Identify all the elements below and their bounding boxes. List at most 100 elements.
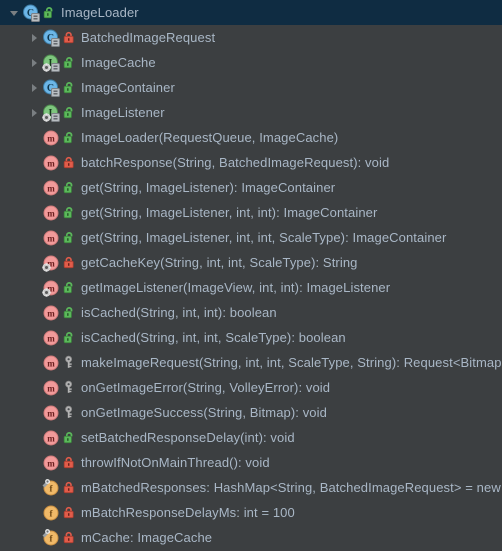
tree-row-label: throwIfNotOnMainThread(): void xyxy=(81,455,270,470)
method-icon: m xyxy=(42,454,60,472)
method-icon: m xyxy=(42,329,60,347)
method-icon: m xyxy=(42,429,60,447)
public-unlocked-icon xyxy=(61,205,76,221)
method-icon: m xyxy=(42,304,60,322)
tree-row[interactable]: I ImageListener xyxy=(0,100,502,125)
svg-text:m: m xyxy=(47,133,55,143)
svg-text:m: m xyxy=(47,383,55,393)
svg-text:m: m xyxy=(47,308,55,318)
tree-row-label: BatchedImageRequest xyxy=(81,30,216,45)
tree-row-label: getCacheKey(String, int, int, ScaleType)… xyxy=(81,255,358,270)
chevron-right-icon[interactable] xyxy=(26,100,42,125)
public-unlocked-icon xyxy=(61,305,76,321)
public-unlocked-icon xyxy=(41,5,56,21)
public-unlocked-icon xyxy=(61,230,76,246)
method-icon: m xyxy=(42,229,60,247)
tree-row-label: get(String, ImageListener): ImageContain… xyxy=(81,180,336,195)
class-icon: C xyxy=(22,4,40,22)
tree-row[interactable]: f mBatchResponseDelayMs: int = 100 xyxy=(0,500,502,525)
field-icon: f xyxy=(42,528,60,547)
svg-text:m: m xyxy=(47,158,55,168)
private-locked-icon xyxy=(61,505,76,521)
private-locked-icon xyxy=(61,530,76,546)
method-icon: m xyxy=(42,379,60,397)
tree-row[interactable]: C BatchedImageRequest xyxy=(0,25,502,50)
private-locked-icon xyxy=(61,155,76,171)
method-icon: m xyxy=(42,354,60,372)
tree-row-label: makeImageRequest(String, int, int, Scale… xyxy=(81,355,502,370)
public-unlocked-icon xyxy=(61,55,76,71)
svg-text:m: m xyxy=(47,433,55,443)
tree-row[interactable]: m get(String, ImageListener, int, int, Sc… xyxy=(0,225,502,250)
method-icon: m xyxy=(42,129,60,147)
tree-row-label: onGetImageSuccess(String, Bitmap): void xyxy=(81,405,327,420)
private-locked-icon xyxy=(61,455,76,471)
tree-row[interactable]: m makeImageRequest(String, int, int, Scal… xyxy=(0,350,502,375)
tree-row-label: getImageListener(ImageView, int, int): I… xyxy=(81,280,391,295)
svg-text:m: m xyxy=(47,358,55,368)
tree-row-label: isCached(String, int, int, ScaleType): b… xyxy=(81,330,346,345)
svg-text:m: m xyxy=(47,458,55,468)
protected-key-icon xyxy=(61,355,76,371)
method-icon: m xyxy=(42,404,60,422)
protected-key-icon xyxy=(61,405,76,421)
svg-text:m: m xyxy=(47,183,55,193)
tree-row-label: mBatchResponseDelayMs: int = 100 xyxy=(81,505,295,520)
tree-row[interactable]: f mCache: ImageCache xyxy=(0,525,502,550)
tree-row[interactable]: f mBatchedResponses: HashMap<String, Batc… xyxy=(0,475,502,500)
public-unlocked-icon xyxy=(61,330,76,346)
tree-row[interactable]: m isCached(String, int, int, ScaleType): … xyxy=(0,325,502,350)
tree-row[interactable]: m get(String, ImageListener): ImageContai… xyxy=(0,175,502,200)
method-icon: m xyxy=(42,179,60,197)
tree-row-label: ImageLoader(RequestQueue, ImageCache) xyxy=(81,130,339,145)
tree-row[interactable]: C ImageLoader xyxy=(0,0,502,25)
protected-key-icon xyxy=(61,380,76,396)
class-icon: C xyxy=(42,29,60,47)
method-icon: m xyxy=(42,204,60,222)
chevron-down-icon[interactable] xyxy=(6,0,22,25)
class-icon: C xyxy=(42,79,60,97)
private-locked-icon xyxy=(61,255,76,271)
public-unlocked-icon xyxy=(61,130,76,146)
tree-row[interactable]: m batchResponse(String, BatchedImageReque… xyxy=(0,150,502,175)
tree-row[interactable]: m ImageLoader(RequestQueue, ImageCache) xyxy=(0,125,502,150)
method-icon: m xyxy=(42,154,60,172)
tree-row-label: setBatchedResponseDelay(int): void xyxy=(81,430,295,445)
tree-row[interactable]: m get(String, ImageListener, int, int): I… xyxy=(0,200,502,225)
tree-row[interactable]: m setBatchedResponseDelay(int): void xyxy=(0,425,502,450)
public-unlocked-icon xyxy=(61,180,76,196)
interface-icon: I xyxy=(42,54,60,72)
field-icon: f xyxy=(42,478,60,497)
tree-row[interactable]: m onGetImageSuccess(String, Bitmap): void xyxy=(0,400,502,425)
tree-row-label: ImageLoader xyxy=(61,5,139,20)
tree-row[interactable]: I ImageCache xyxy=(0,50,502,75)
tree-row[interactable]: C ImageContainer xyxy=(0,75,502,100)
tree-row-label: ImageListener xyxy=(81,105,165,120)
tree-row-label: get(String, ImageListener, int, int, Sca… xyxy=(81,230,447,245)
tree-row-label: ImageCache xyxy=(81,55,156,70)
chevron-right-icon[interactable] xyxy=(26,50,42,75)
method-icon: m xyxy=(42,254,60,272)
tree-row-label: get(String, ImageListener, int, int): Im… xyxy=(81,205,378,220)
public-unlocked-icon xyxy=(61,80,76,96)
tree-row[interactable]: m throwIfNotOnMainThread(): void xyxy=(0,450,502,475)
tree-row[interactable]: m onGetImageError(String, VolleyError): v… xyxy=(0,375,502,400)
svg-text:m: m xyxy=(47,233,55,243)
svg-text:m: m xyxy=(47,208,55,218)
tree-row-label: mBatchedResponses: HashMap<String, Batch… xyxy=(81,480,502,495)
field-icon: f xyxy=(42,504,60,522)
public-unlocked-icon xyxy=(61,430,76,446)
tree-row-label: mCache: ImageCache xyxy=(81,530,213,545)
svg-text:m: m xyxy=(47,333,55,343)
tree-row[interactable]: m getCacheKey(String, int, int, ScaleType… xyxy=(0,250,502,275)
tree-row-label: onGetImageError(String, VolleyError): vo… xyxy=(81,380,331,395)
tree-row[interactable]: m getImageListener(ImageView, int, int): … xyxy=(0,275,502,300)
tree-row-label: batchResponse(String, BatchedImageReques… xyxy=(81,155,390,170)
method-icon: m xyxy=(42,279,60,297)
tree-row[interactable]: m isCached(String, int, int): boolean xyxy=(0,300,502,325)
chevron-right-icon[interactable] xyxy=(26,75,42,100)
chevron-right-icon[interactable] xyxy=(26,25,42,50)
structure-tree[interactable]: C ImageLoader C BatchedImageRequest I ImageCa… xyxy=(0,0,502,551)
private-locked-icon xyxy=(61,30,76,46)
public-unlocked-icon xyxy=(61,105,76,121)
